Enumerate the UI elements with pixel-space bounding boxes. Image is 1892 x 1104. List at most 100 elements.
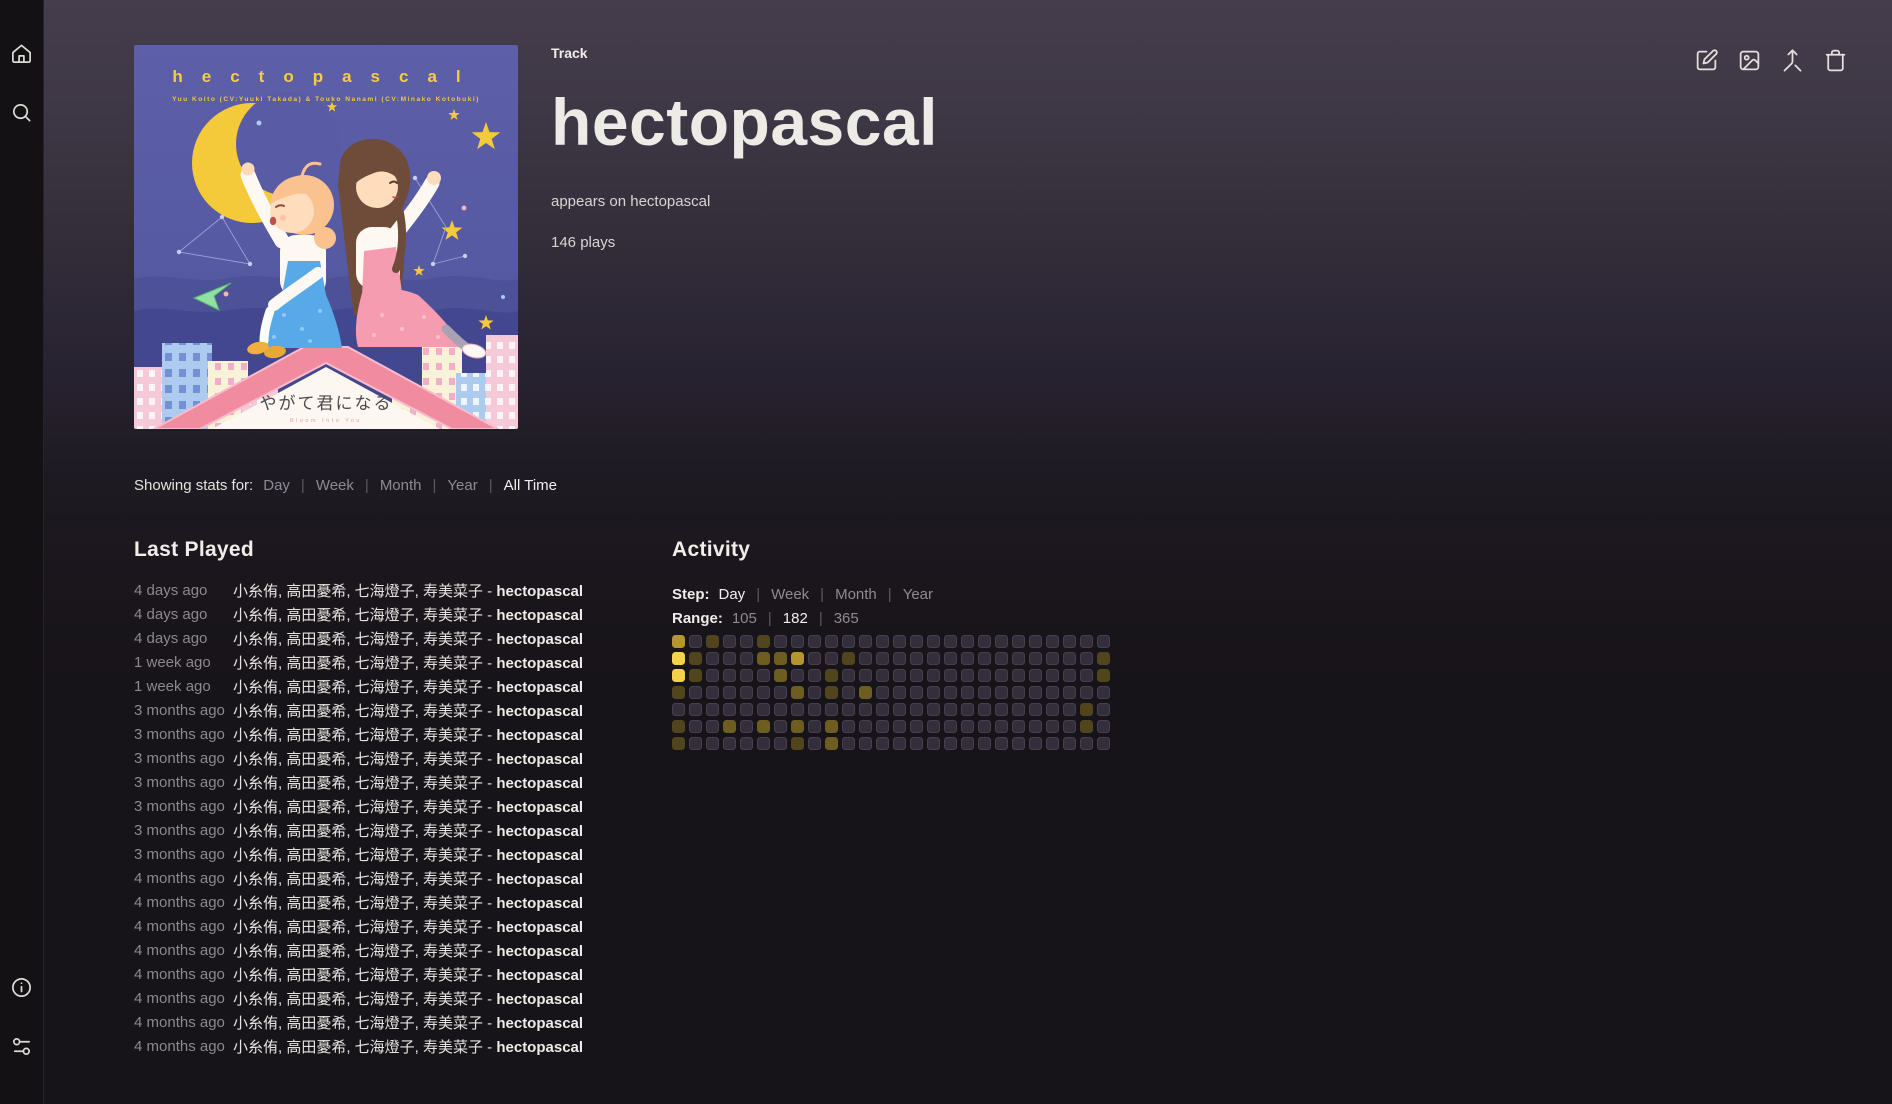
separator: |: [888, 586, 892, 603]
list-item: 4 months ago小糸侑, 高田憂希, 七海燈子, 寿美菜子 - hect…: [134, 962, 664, 986]
appears-on-album-link[interactable]: hectopascal: [630, 193, 710, 210]
heatmap-cell: [842, 635, 855, 648]
list-item: 3 months ago小糸侑, 高田憂希, 七海燈子, 寿美菜子 - hect…: [134, 746, 664, 770]
option-year[interactable]: Year: [447, 477, 477, 494]
info-button[interactable]: [10, 976, 33, 999]
list-item: 4 months ago小糸侑, 高田憂希, 七海燈子, 寿美菜子 - hect…: [134, 986, 664, 1010]
heatmap-cell: [808, 669, 821, 682]
album-art: hectopascal Yuu Koito (CV:Yuuki Takada) …: [134, 45, 518, 429]
heatmap-cell: [1080, 737, 1093, 750]
heatmap-cell: [995, 720, 1008, 733]
separator: |: [489, 477, 493, 494]
play-song-link[interactable]: 小糸侑, 高田憂希, 七海燈子, 寿美菜子 - hectopascal: [233, 820, 583, 841]
heatmap-cell: [893, 652, 906, 665]
heatmap-cell: [978, 737, 991, 750]
play-song-link[interactable]: 小糸侑, 高田憂希, 七海燈子, 寿美菜子 - hectopascal: [233, 940, 583, 961]
heatmap-cell: [672, 669, 685, 682]
option-month[interactable]: Month: [380, 477, 422, 494]
heatmap-cell: [740, 720, 753, 733]
play-song-link[interactable]: 小糸侑, 高田憂希, 七海燈子, 寿美菜子 - hectopascal: [233, 628, 583, 649]
delete-button[interactable]: [1823, 48, 1848, 73]
heatmap-cell: [706, 686, 719, 699]
heatmap-cell: [1097, 686, 1110, 699]
play-song-link[interactable]: 小糸侑, 高田憂希, 七海燈子, 寿美菜子 - hectopascal: [233, 1012, 583, 1033]
heatmap-cell: [1046, 737, 1059, 750]
play-track-name: hectopascal: [496, 607, 583, 624]
option-week[interactable]: Week: [316, 477, 354, 494]
play-track-name: hectopascal: [496, 943, 583, 960]
list-item: 3 months ago小糸侑, 高田憂希, 七海燈子, 寿美菜子 - hect…: [134, 698, 664, 722]
heatmap-cell: [723, 686, 736, 699]
play-time: 3 months ago: [134, 750, 233, 767]
heatmap-cell: [995, 669, 1008, 682]
change-image-button[interactable]: [1737, 48, 1762, 73]
play-song-link[interactable]: 小糸侑, 高田憂希, 七海燈子, 寿美菜子 - hectopascal: [233, 652, 583, 673]
play-song-link[interactable]: 小糸侑, 高田憂希, 七海燈子, 寿美菜子 - hectopascal: [233, 1036, 583, 1057]
heatmap-cell: [859, 703, 872, 716]
album-artists-text: Yuu Koito (CV:Yuuki Takada) & Touko Nana…: [172, 96, 480, 103]
home-button[interactable]: [10, 42, 33, 65]
play-song-link[interactable]: 小糸侑, 高田憂希, 七海燈子, 寿美菜子 - hectopascal: [233, 700, 583, 721]
play-song-link[interactable]: 小糸侑, 高田憂希, 七海燈子, 寿美菜子 - hectopascal: [233, 676, 583, 697]
heatmap-cell: [672, 686, 685, 699]
heatmap-cell: [910, 669, 923, 682]
heatmap-cell: [1063, 669, 1076, 682]
play-song-link[interactable]: 小糸侑, 高田憂希, 七海燈子, 寿美菜子 - hectopascal: [233, 796, 583, 817]
page-title: hectopascal: [551, 89, 938, 155]
list-item: 1 week ago小糸侑, 高田憂希, 七海燈子, 寿美菜子 - hectop…: [134, 674, 664, 698]
play-song-link[interactable]: 小糸侑, 高田憂希, 七海燈子, 寿美菜子 - hectopascal: [233, 580, 583, 601]
heatmap-cell: [1063, 720, 1076, 733]
heatmap-cell: [927, 720, 940, 733]
option-182[interactable]: 182: [783, 610, 808, 627]
option-105[interactable]: 105: [732, 610, 757, 627]
heatmap-cell: [876, 703, 889, 716]
play-song-link[interactable]: 小糸侑, 高田憂希, 七海燈子, 寿美菜子 - hectopascal: [233, 964, 583, 985]
option-all-time[interactable]: All Time: [504, 477, 557, 494]
play-song-link[interactable]: 小糸侑, 高田憂希, 七海燈子, 寿美菜子 - hectopascal: [233, 844, 583, 865]
heatmap-cell: [723, 703, 736, 716]
option-365[interactable]: 365: [834, 610, 859, 627]
play-song-link[interactable]: 小糸侑, 高田憂希, 七海燈子, 寿美菜子 - hectopascal: [233, 772, 583, 793]
heatmap-cell: [1029, 652, 1042, 665]
play-song-link[interactable]: 小糸侑, 高田憂希, 七海燈子, 寿美菜子 - hectopascal: [233, 988, 583, 1009]
heatmap-cell: [842, 686, 855, 699]
play-song-link[interactable]: 小糸侑, 高田憂希, 七海燈子, 寿美菜子 - hectopascal: [233, 724, 583, 745]
option-day[interactable]: Day: [719, 586, 746, 603]
heatmap-cell: [1012, 669, 1025, 682]
play-time: 4 days ago: [134, 606, 233, 623]
play-track-name: hectopascal: [496, 967, 583, 984]
option-day[interactable]: Day: [263, 477, 290, 494]
range-label: Range:: [672, 610, 723, 627]
option-year[interactable]: Year: [903, 586, 933, 603]
play-song-link[interactable]: 小糸侑, 高田憂希, 七海燈子, 寿美菜子 - hectopascal: [233, 748, 583, 769]
range-options: 105|182|365: [732, 610, 859, 627]
play-song-link[interactable]: 小糸侑, 高田憂希, 七海燈子, 寿美菜子 - hectopascal: [233, 916, 583, 937]
heatmap-cell: [1012, 635, 1025, 648]
list-item: 3 months ago小糸侑, 高田憂希, 七海燈子, 寿美菜子 - hect…: [134, 818, 664, 842]
heatmap-cell: [723, 652, 736, 665]
heatmap-cell: [1080, 669, 1093, 682]
heatmap-cell: [995, 635, 1008, 648]
search-icon: [10, 101, 33, 124]
settings-button[interactable]: [10, 1035, 33, 1058]
heatmap-cell: [978, 669, 991, 682]
heatmap-cell: [672, 737, 685, 750]
heatmap-cell: [791, 652, 804, 665]
heatmap-cell: [1046, 720, 1059, 733]
option-month[interactable]: Month: [835, 586, 877, 603]
heatmap-cell: [944, 737, 957, 750]
heatmap-cell: [1029, 703, 1042, 716]
search-button[interactable]: [10, 101, 33, 124]
play-song-link[interactable]: 小糸侑, 高田憂希, 七海燈子, 寿美菜子 - hectopascal: [233, 604, 583, 625]
option-week[interactable]: Week: [771, 586, 809, 603]
heatmap-cell: [842, 737, 855, 750]
edit-button[interactable]: [1694, 48, 1719, 73]
heatmap-cell: [791, 737, 804, 750]
play-song-link[interactable]: 小糸侑, 高田憂希, 七海燈子, 寿美菜子 - hectopascal: [233, 892, 583, 913]
play-song-link[interactable]: 小糸侑, 高田憂希, 七海燈子, 寿美菜子 - hectopascal: [233, 868, 583, 889]
heatmap-cell: [876, 737, 889, 750]
merge-button[interactable]: [1780, 48, 1805, 73]
heatmap-cell: [961, 703, 974, 716]
heatmap-cell: [927, 737, 940, 750]
separator: |: [433, 477, 437, 494]
